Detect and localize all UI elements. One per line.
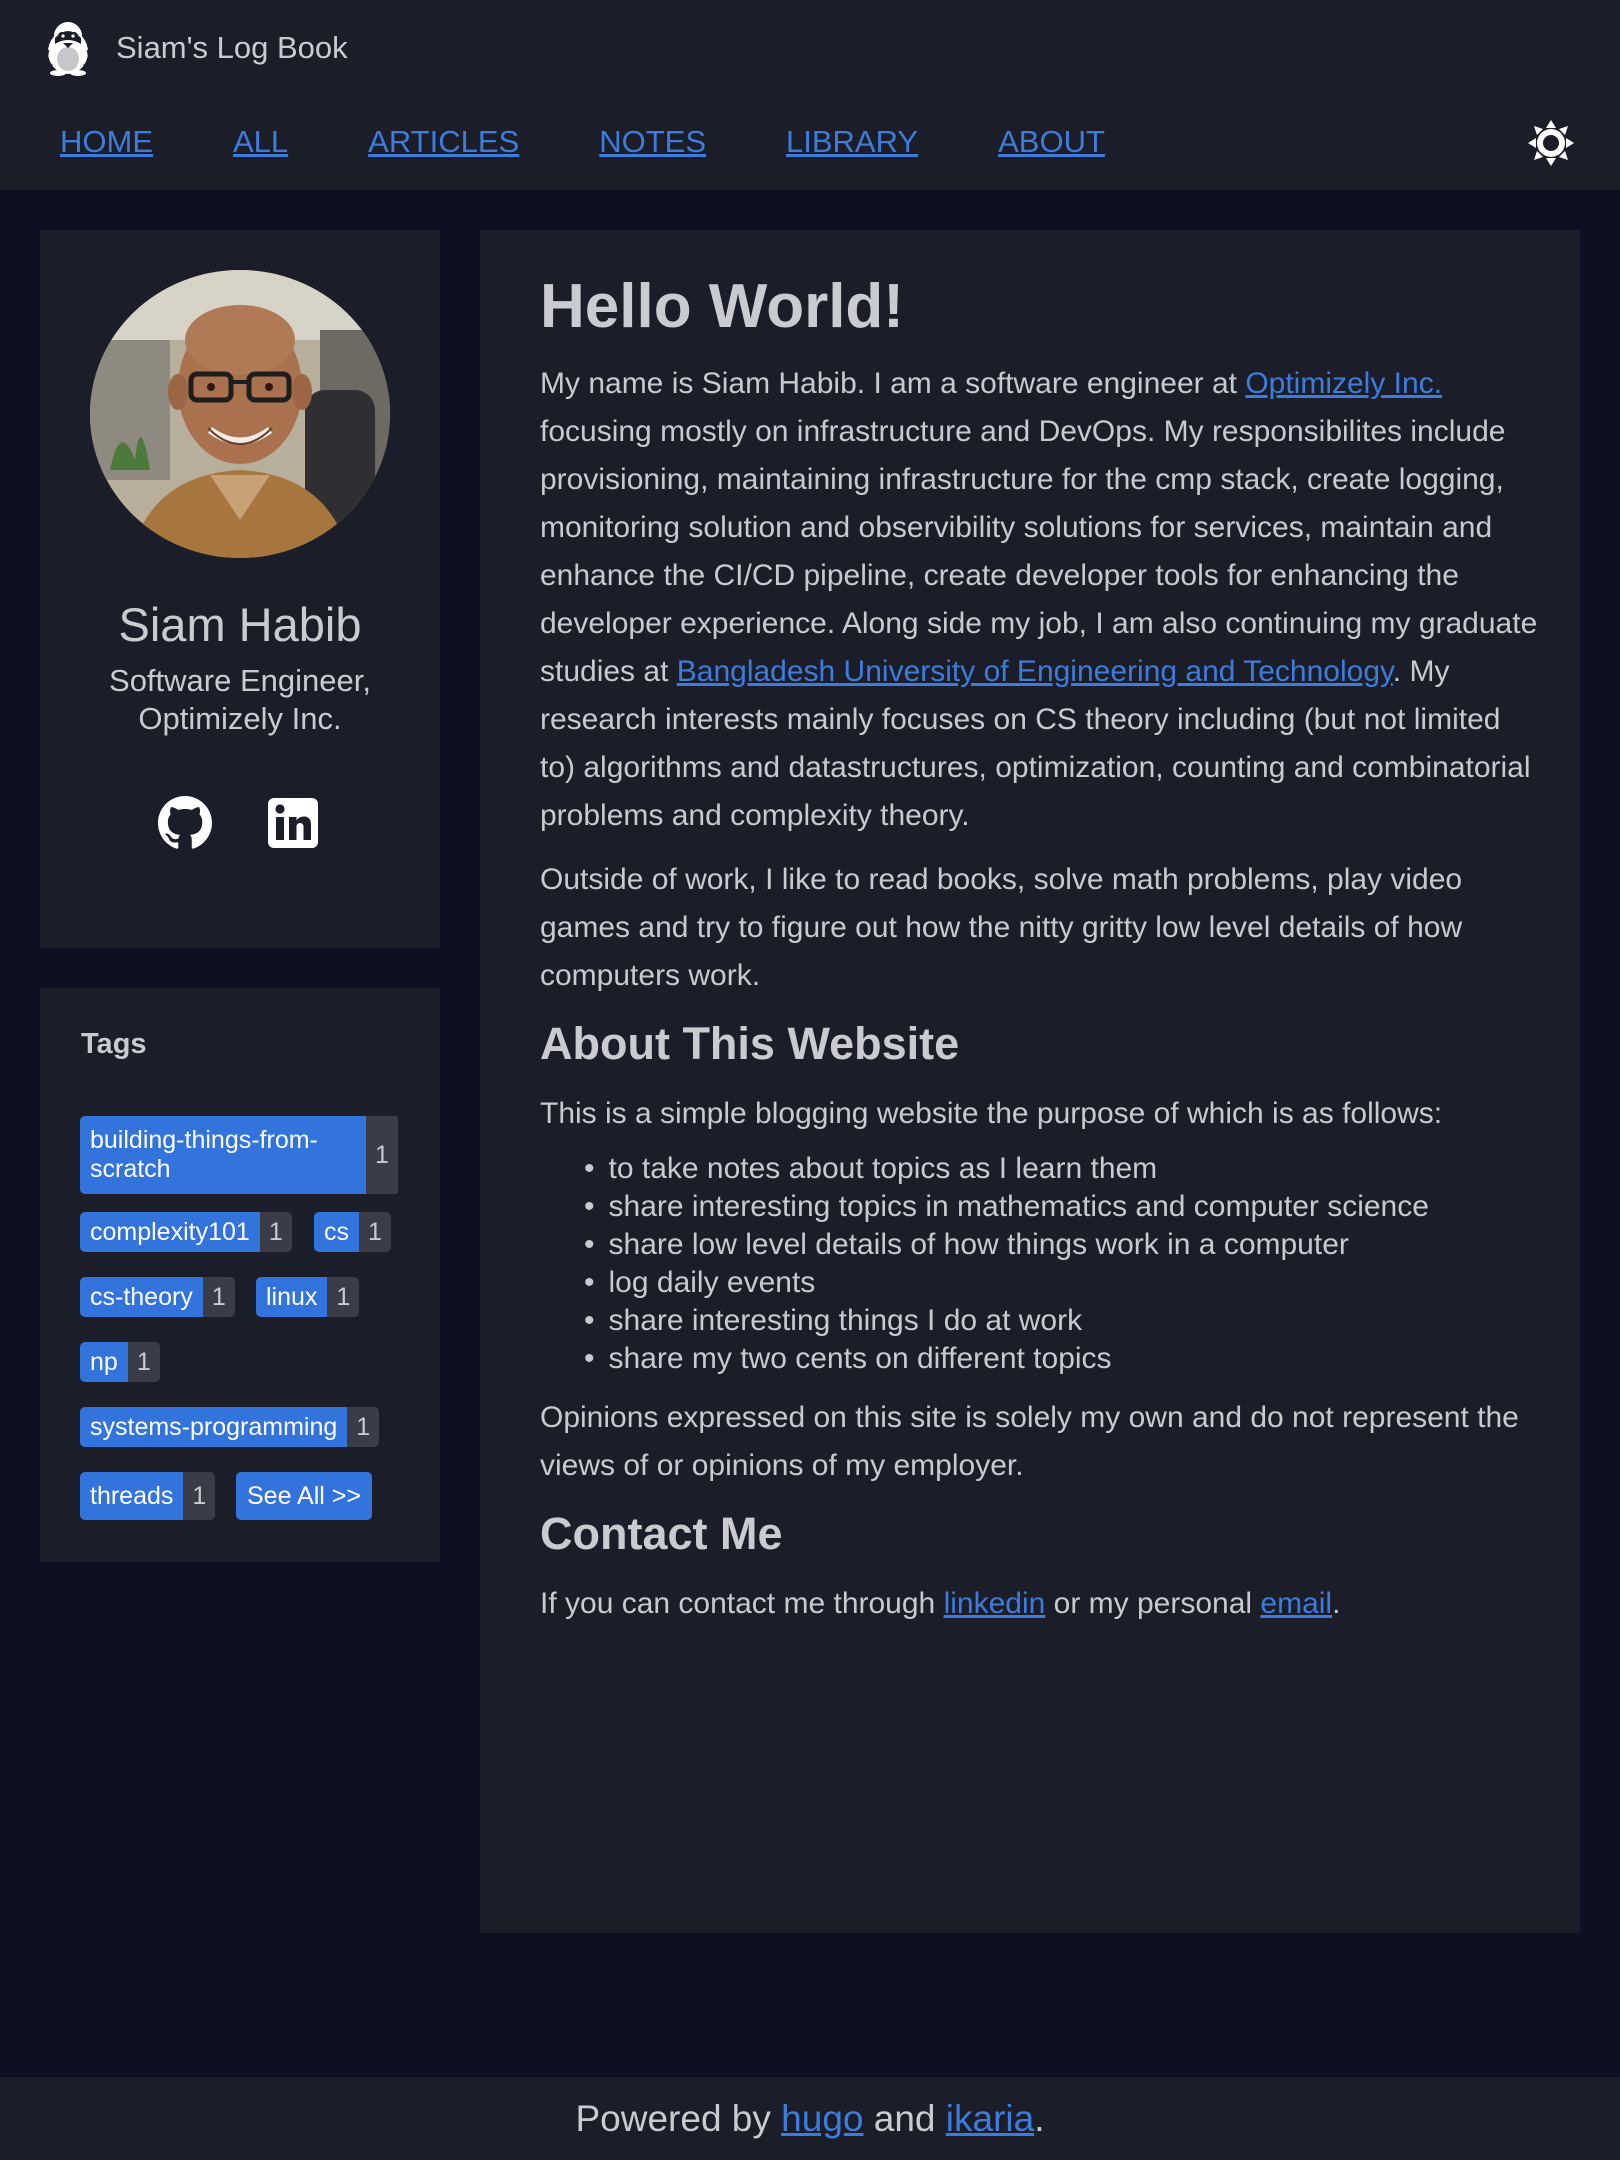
list-item: share interesting things I do at work <box>584 1302 1444 1340</box>
ikaria-link[interactable]: ikaria <box>946 2098 1034 2139</box>
tag-name[interactable]: np <box>80 1342 128 1382</box>
tag-np[interactable]: np 1 <box>80 1342 160 1382</box>
brand[interactable]: Siam's Log Book <box>42 20 348 76</box>
contact-text: . <box>1332 1587 1341 1620</box>
about-website-heading: About This Website <box>540 1018 960 1069</box>
penguin-icon <box>45 22 91 76</box>
list-item: to take notes about topics as I learn th… <box>584 1150 1444 1188</box>
tag-count: 1 <box>327 1277 360 1317</box>
footer-text: . <box>1034 2098 1045 2139</box>
nav-notes-link[interactable]: NOTES <box>599 124 706 160</box>
nav-about-link[interactable]: ABOUT <box>998 124 1105 160</box>
tags-card: Tags building-things-from-scratch 1 comp… <box>40 988 440 1562</box>
contact-text: If you can contact me through <box>540 1587 944 1620</box>
footer-text: Powered by <box>575 2098 782 2139</box>
footer-text: and <box>863 2098 946 2139</box>
tag-count: 1 <box>183 1472 216 1520</box>
tag-name[interactable]: linux <box>256 1277 328 1317</box>
hugo-link[interactable]: hugo <box>781 2098 863 2139</box>
sun-icon[interactable] <box>1528 120 1574 166</box>
tag-name[interactable]: cs <box>314 1212 359 1252</box>
nav-articles-link[interactable]: ARTICLES <box>368 124 519 160</box>
avatar-photo <box>90 270 390 558</box>
tag-count: 1 <box>347 1407 380 1447</box>
main-nav: HOME ALL ARTICLES NOTES LIBRARY ABOUT <box>60 124 1185 160</box>
site-header: Siam's Log Book HOME ALL ARTICLES NOTES … <box>0 0 1620 190</box>
social-links <box>40 796 440 852</box>
nav-library-link[interactable]: LIBRARY <box>786 124 918 160</box>
list-item: share interesting topics in mathematics … <box>584 1188 1444 1226</box>
tag-complexity101[interactable]: complexity101 1 <box>80 1212 292 1252</box>
intro-paragraph: My name is Siam Habib. I am a software e… <box>540 360 1540 840</box>
about-intro: This is a simple blogging website the pu… <box>540 1097 1443 1130</box>
linkedin-link[interactable]: linkedin <box>944 1587 1046 1620</box>
tag-count: 1 <box>366 1116 398 1194</box>
list-item: share low level details of how things wo… <box>584 1226 1444 1264</box>
contact-paragraph: If you can contact me through linkedin o… <box>540 1580 1540 1628</box>
tag-count: 1 <box>127 1342 160 1382</box>
buet-link[interactable]: Bangladesh University of Engineering and… <box>677 655 1393 688</box>
contact-heading: Contact Me <box>540 1508 783 1559</box>
profile-name: Siam Habib <box>118 598 362 651</box>
tag-cs[interactable]: cs 1 <box>314 1212 391 1252</box>
tag-count: 1 <box>259 1212 292 1252</box>
purpose-list: to take notes about topics as I learn th… <box>584 1150 1540 1378</box>
opinions-paragraph: Opinions expressed on this site is solel… <box>540 1401 1519 1482</box>
tag-building-things-from-scratch[interactable]: building-things-from-scratch 1 <box>80 1116 400 1194</box>
nav-all-link[interactable]: ALL <box>233 124 288 160</box>
tag-name[interactable]: threads <box>80 1472 184 1520</box>
tags-title: Tags <box>81 1028 147 1060</box>
contact-text: or my personal <box>1045 1587 1261 1620</box>
tag-name[interactable]: cs-theory <box>80 1277 203 1317</box>
profile-card: Siam Habib Software Engineer, Optimizely… <box>40 230 440 948</box>
nav-home-link[interactable]: HOME <box>60 124 153 160</box>
intro-text: focusing mostly on infrastructure and De… <box>540 415 1538 688</box>
tag-systems-programming[interactable]: systems-programming 1 <box>80 1407 380 1447</box>
tag-name[interactable]: building-things-from-scratch <box>80 1116 366 1194</box>
intro-text: My name is Siam Habib. I am a software e… <box>540 367 1246 400</box>
site-footer: Powered by hugo and ikaria. <box>0 2077 1620 2160</box>
outside-work-paragraph: Outside of work, I like to read books, s… <box>540 863 1463 992</box>
tag-threads[interactable]: threads 1 <box>80 1472 216 1520</box>
list-item: share my two cents on different topics <box>584 1340 1444 1378</box>
list-item: log daily events <box>584 1264 1444 1302</box>
avatar <box>90 270 390 558</box>
tag-name[interactable]: systems-programming <box>80 1407 348 1447</box>
linkedin-icon[interactable] <box>266 796 320 850</box>
tag-cs-theory[interactable]: cs-theory 1 <box>80 1277 235 1317</box>
tag-linux[interactable]: linux 1 <box>256 1277 360 1317</box>
tag-name[interactable]: complexity101 <box>80 1212 260 1252</box>
site-title[interactable]: Siam's Log Book <box>116 30 348 66</box>
main-content: Hello World! My name is Siam Habib. I am… <box>480 230 1580 1933</box>
optimizely-link[interactable]: Optimizely Inc. <box>1245 367 1442 400</box>
tag-count: 1 <box>359 1212 391 1252</box>
see-all-tags-button[interactable]: See All >> <box>236 1472 372 1520</box>
tag-count: 1 <box>202 1277 235 1317</box>
profile-role: Software Engineer, Optimizely Inc. <box>109 663 371 736</box>
page-title: Hello World! <box>540 272 904 341</box>
article: Hello World! My name is Siam Habib. I am… <box>540 268 1540 1644</box>
github-icon[interactable] <box>158 796 212 850</box>
email-link[interactable]: email <box>1260 1587 1332 1620</box>
